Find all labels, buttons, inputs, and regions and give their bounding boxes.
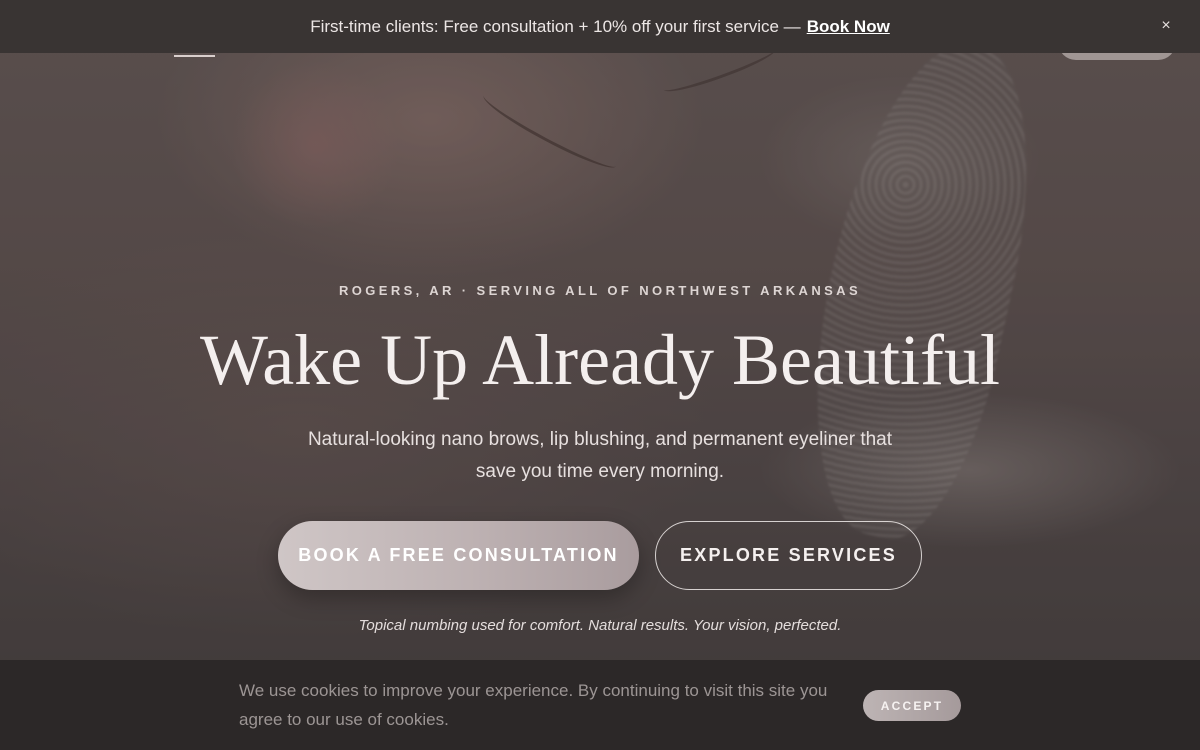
explore-services-button[interactable]: EXPLORE SERVICES (655, 521, 922, 590)
close-icon[interactable]: × (1156, 16, 1176, 36)
hero-headline: Wake Up Already Beautiful (200, 320, 1000, 400)
nav-active-underline (174, 55, 215, 57)
announcement-text: First-time clients: Free consultation + … (310, 16, 801, 36)
announcement-book-now-link[interactable]: Book Now (807, 17, 890, 37)
book-consultation-button[interactable]: BOOK A FREE CONSULTATION (278, 521, 639, 590)
cookie-banner-text: We use cookies to improve your experienc… (239, 681, 828, 729)
cookie-accept-button[interactable]: ACCEPT (863, 690, 961, 721)
hero-eyebrow: ROGERS, AR · SERVING ALL OF NORTHWEST AR… (338, 283, 862, 298)
hero-note: Topical numbing used for comfort. Natura… (358, 617, 842, 634)
hero-subhead: Natural-looking nano brows, lip blushing… (307, 429, 893, 482)
page: y First-time clients: Free consultation … (0, 0, 1200, 750)
announcement-bar: First-time clients: Free consultation + … (0, 0, 1200, 53)
